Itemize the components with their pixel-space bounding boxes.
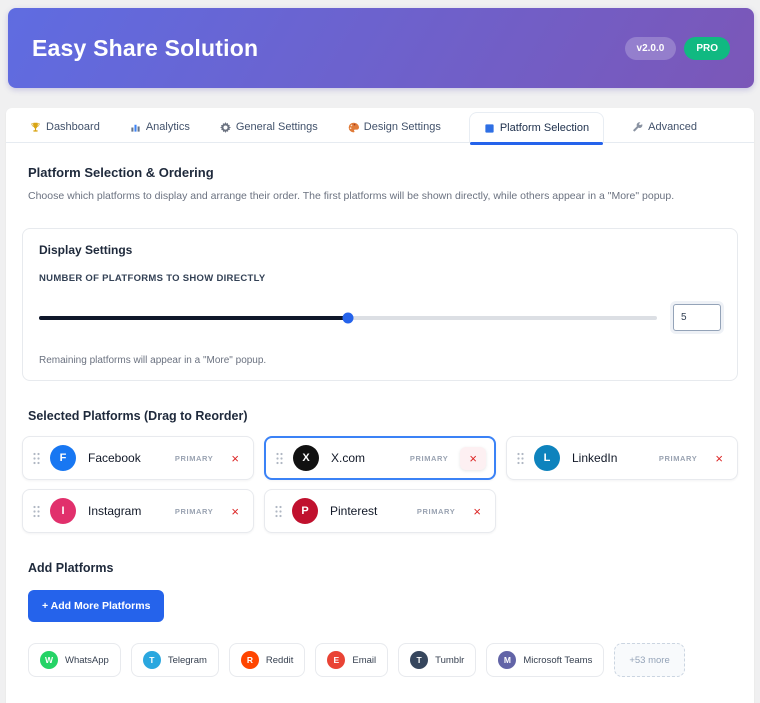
wrench-icon [632,121,643,133]
remove-platform-button[interactable]: × [709,450,729,467]
tab-bar: Dashboard Analytics General Settings Des… [6,108,754,145]
tab-label: Analytics [145,121,190,133]
version-badge: v2.0.0 [624,36,677,60]
tab-general-settings[interactable]: General Settings [218,112,320,142]
remove-platform-button[interactable]: × [225,450,245,467]
xcom-icon: X [293,445,319,471]
chip-label: WhatsApp [65,654,109,666]
primary-badge: PRIMARY [658,453,698,463]
facebook-icon: F [50,445,76,471]
display-settings-panel: Display Settings NUMBER OF PLATFORMS TO … [22,228,738,381]
tab-label: Dashboard [46,121,100,133]
chip-whatsapp[interactable]: W WhatsApp [28,643,121,677]
platform-card-linkedin[interactable]: L LinkedIn PRIMARY × [506,436,738,480]
chip-tumblr[interactable]: T Tumblr [398,643,477,677]
slider-thumb[interactable] [342,312,354,323]
page-description: Choose which platforms to display and ar… [28,190,675,202]
chip-email[interactable]: E Email [315,643,389,677]
page-title: Platform Selection & Ordering [28,165,214,180]
drag-handle-icon[interactable] [33,452,40,465]
platform-name: LinkedIn [572,451,618,465]
drag-handle-icon[interactable] [33,505,40,518]
email-icon: E [327,651,346,669]
chip-label: Reddit [265,654,294,666]
whatsapp-icon: W [40,651,58,669]
settings-card: Dashboard Analytics General Settings Des… [6,108,754,703]
selected-platforms-grid: F Facebook PRIMARY × X X.com PRIMARY × L… [22,436,738,533]
platform-name: Instagram [88,504,142,518]
telegram-icon: T [142,651,161,669]
platform-card-facebook[interactable]: F Facebook PRIMARY × [22,436,254,480]
tab-label: General Settings [235,121,318,133]
pro-badge: PRO [684,36,730,60]
tab-label: Design Settings [363,121,441,133]
platform-count-label: NUMBER OF PLATFORMS TO SHOW DIRECTLY [39,273,266,284]
platform-name: Pinterest [330,504,378,518]
remove-platform-button[interactable]: × [467,503,487,520]
tab-dashboard[interactable]: Dashboard [28,112,102,142]
platform-count-input[interactable] [673,304,721,331]
primary-badge: PRIMARY [174,453,214,463]
tab-analytics[interactable]: Analytics [128,112,192,142]
add-more-platforms-button[interactable]: + Add More Platforms [28,590,165,622]
gear-icon [219,121,231,133]
tab-label: Platform Selection [499,122,590,134]
remove-platform-button[interactable]: × [225,503,245,520]
platform-name: Facebook [88,451,141,465]
slider-fill [39,315,348,320]
display-settings-title: Display Settings [39,243,133,257]
chip-more-platforms[interactable]: +53 more [614,643,685,677]
chip-label: Email [352,654,377,666]
plugin-header: Easy Share Solution v2.0.0 PRO [8,8,754,88]
app-title: Easy Share Solution [32,34,259,61]
primary-badge: PRIMARY [174,506,214,516]
slider-helper-text: Remaining platforms will appear in a "Mo… [39,355,267,366]
microsoft-teams-icon: M [498,651,517,669]
primary-badge: PRIMARY [409,453,449,463]
linkedin-icon: L [534,445,560,471]
chip-label: Microsoft Teams [523,654,593,666]
drag-handle-icon[interactable] [275,505,282,518]
platform-square-icon [484,123,495,134]
drag-handle-icon[interactable] [276,452,283,465]
platform-card-xcom[interactable]: X X.com PRIMARY × [264,436,496,480]
tab-advanced[interactable]: Advanced [630,112,699,142]
platform-card-instagram[interactable]: I Instagram PRIMARY × [22,489,254,533]
selected-platforms-title: Selected Platforms (Drag to Reorder) [28,409,248,423]
platform-count-slider[interactable] [39,312,657,323]
add-platforms-title: Add Platforms [28,561,114,575]
palette-icon [348,122,359,133]
chip-telegram[interactable]: T Telegram [130,643,219,677]
platform-name: X.com [331,451,366,465]
reddit-icon: R [240,651,259,669]
tab-platform-selection[interactable]: Platform Selection [468,112,605,145]
chip-label: Telegram [167,654,207,666]
pinterest-icon: P [292,498,318,524]
chip-reddit[interactable]: R Reddit [228,643,306,677]
tab-design-settings[interactable]: Design Settings [346,112,443,142]
tumblr-icon: T [410,651,429,669]
available-platform-chips: W WhatsApp T Telegram R Reddit E Email T… [28,643,738,677]
tab-label: Advanced [648,121,698,133]
remove-platform-button[interactable]: × [460,446,486,470]
trophy-icon [30,122,41,133]
chip-label: Tumblr [435,654,465,666]
drag-handle-icon[interactable] [517,452,524,465]
primary-badge: PRIMARY [416,506,456,516]
tab-content: Platform Selection & Ordering Choose whi… [6,143,754,703]
instagram-icon: I [50,498,76,524]
bar-chart-icon [130,122,141,133]
platform-card-pinterest[interactable]: P Pinterest PRIMARY × [264,489,496,533]
chip-microsoft-teams[interactable]: M Microsoft Teams [486,643,605,677]
